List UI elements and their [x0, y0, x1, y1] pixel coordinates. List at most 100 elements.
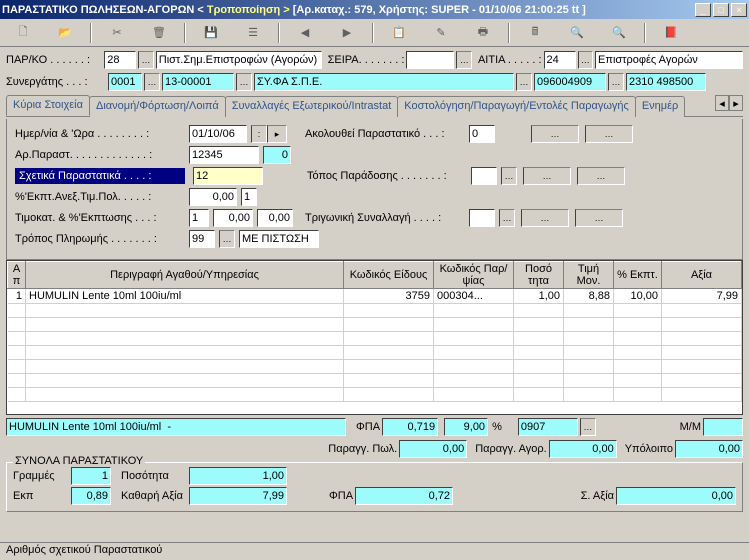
fpa-val-field[interactable]	[382, 418, 438, 436]
table-row[interactable]	[8, 374, 742, 388]
parpol-field[interactable]	[399, 440, 467, 458]
col-desc[interactable]: Περιγραφή Αγαθού/Υπηρεσίας	[26, 262, 344, 289]
items-grid[interactable]: A π Περιγραφή Αγαθού/Υπηρεσίας Κωδικός Ε…	[6, 260, 743, 415]
timokat2-field[interactable]	[213, 209, 253, 227]
find2-icon[interactable]: 🔍	[600, 22, 638, 44]
follow-field[interactable]	[469, 125, 495, 143]
ekpt1-field[interactable]	[189, 188, 237, 206]
follow-btn2[interactable]: …	[585, 125, 633, 143]
cell-pcode[interactable]: 000304...	[434, 289, 514, 304]
prev-icon[interactable]: ◀	[286, 22, 324, 44]
save-icon[interactable]: 💾	[192, 22, 230, 44]
topos-field[interactable]	[471, 167, 497, 185]
date-cal-btn[interactable]: ▸	[267, 125, 287, 143]
col-pct[interactable]: % Εκπτ.	[614, 262, 662, 289]
parko-lookup[interactable]: …	[138, 51, 153, 69]
cell-aa[interactable]: 1	[8, 289, 26, 304]
syn3-lookup[interactable]: …	[516, 73, 532, 91]
afm-field[interactable]	[534, 73, 606, 91]
copy-icon[interactable]: 📋	[380, 22, 418, 44]
seira-lookup[interactable]: …	[456, 51, 471, 69]
trig-btn1[interactable]: …	[521, 209, 569, 227]
list-icon[interactable]: ☰	[234, 22, 272, 44]
cell-price[interactable]: 8,88	[564, 289, 614, 304]
maximize-button[interactable]: □	[713, 3, 729, 17]
topos-btn2[interactable]: …	[577, 167, 625, 185]
syn2-field[interactable]	[162, 73, 234, 91]
next-icon[interactable]: ▶	[328, 22, 366, 44]
syn1-field[interactable]	[108, 73, 142, 91]
book-icon[interactable]: 📕	[652, 22, 690, 44]
tab-scroll-right[interactable]: ▸	[729, 95, 743, 111]
col-code[interactable]: Κωδικός Είδους	[344, 262, 434, 289]
col-pcode[interactable]: Κωδικός Παρ/ψίας	[434, 262, 514, 289]
print-icon[interactable]: 🖶	[464, 22, 502, 44]
parko-field[interactable]	[104, 51, 136, 69]
table-row[interactable]	[8, 360, 742, 374]
trash-icon[interactable]: 🗑	[140, 22, 178, 44]
edit-icon[interactable]: ✎	[422, 22, 460, 44]
col-val[interactable]: Αξία	[662, 262, 742, 289]
fpa-pct-field[interactable]	[444, 418, 488, 436]
code2-field[interactable]	[518, 418, 578, 436]
tab-scroll-left[interactable]: ◂	[715, 95, 729, 111]
timokat3-field[interactable]	[257, 209, 293, 227]
related-field[interactable]	[193, 167, 263, 185]
cell-code[interactable]: 3759	[344, 289, 434, 304]
net-label: Καθαρή Αξία	[121, 490, 187, 502]
col-price[interactable]: Τιμή Μον.	[564, 262, 614, 289]
code2-lookup[interactable]: …	[580, 418, 596, 436]
separator	[508, 23, 510, 43]
minimize-button[interactable]: _	[695, 3, 711, 17]
syn1-lookup[interactable]: …	[144, 73, 160, 91]
syn2-lookup[interactable]: …	[236, 73, 252, 91]
date-field[interactable]	[189, 125, 247, 143]
timokat1-field[interactable]	[189, 209, 209, 227]
cell-val[interactable]: 7,99	[662, 289, 742, 304]
tropos-field[interactable]	[189, 230, 215, 248]
open-icon[interactable]: 📂	[46, 22, 84, 44]
arparast-field[interactable]	[189, 146, 259, 164]
arparast2-field[interactable]	[263, 146, 291, 164]
tab-intrastat[interactable]: Συναλλαγές Εξωτερικού/Intrastat	[225, 96, 399, 117]
topos-lookup[interactable]: …	[501, 167, 517, 185]
date-time-btn[interactable]: :	[251, 125, 267, 143]
follow-btn1[interactable]: …	[531, 125, 579, 143]
table-row[interactable]	[8, 304, 742, 318]
close-button[interactable]: ×	[731, 3, 747, 17]
col-qty[interactable]: Ποσό τητα	[514, 262, 564, 289]
ekpt2-field[interactable]	[241, 188, 257, 206]
trig-field[interactable]	[469, 209, 495, 227]
table-row[interactable]	[8, 332, 742, 346]
trig-lookup[interactable]: …	[499, 209, 515, 227]
afm-lookup[interactable]: …	[608, 73, 624, 91]
new-icon[interactable]: 🗋	[4, 22, 42, 44]
table-row[interactable]	[8, 346, 742, 360]
aitia-lookup[interactable]: …	[578, 51, 593, 69]
tab-main[interactable]: Κύρια Στοιχεία	[6, 95, 90, 116]
tab-costing[interactable]: Κοστολόγηση/Παραγωγή/Εντολές Παραγωγής	[397, 96, 636, 117]
find1-icon[interactable]: 🔍	[558, 22, 596, 44]
ypol-field[interactable]	[675, 440, 743, 458]
col-aa[interactable]: A π	[8, 262, 26, 289]
tab-update[interactable]: Ενημέρ	[635, 96, 685, 117]
table-row[interactable]	[8, 388, 742, 402]
syn-name-field[interactable]	[254, 73, 514, 91]
paragor-field[interactable]	[549, 440, 617, 458]
tropos-lookup[interactable]: …	[219, 230, 235, 248]
item-desc-field[interactable]	[6, 418, 346, 436]
topos-btn1[interactable]: …	[523, 167, 571, 185]
cell-qty[interactable]: 1,00	[514, 289, 564, 304]
cell-pct[interactable]: 10,00	[614, 289, 662, 304]
aitia-field[interactable]	[544, 51, 576, 69]
table-row[interactable]	[8, 318, 742, 332]
cut-icon[interactable]: ✂	[98, 22, 136, 44]
cell-desc[interactable]: HUMULIN Lente 10ml 100iu/ml	[26, 289, 344, 304]
seira-field[interactable]	[406, 51, 454, 69]
mm-field[interactable]	[703, 418, 743, 436]
table-row[interactable]: 1 HUMULIN Lente 10ml 100iu/ml 3759 00030…	[8, 289, 742, 304]
phone-field[interactable]	[626, 73, 706, 91]
calc-icon[interactable]: 🖩	[516, 22, 554, 44]
trig-btn2[interactable]: …	[575, 209, 623, 227]
tab-dist[interactable]: Διανομή/Φόρτωση/Λοιπά	[89, 96, 226, 117]
